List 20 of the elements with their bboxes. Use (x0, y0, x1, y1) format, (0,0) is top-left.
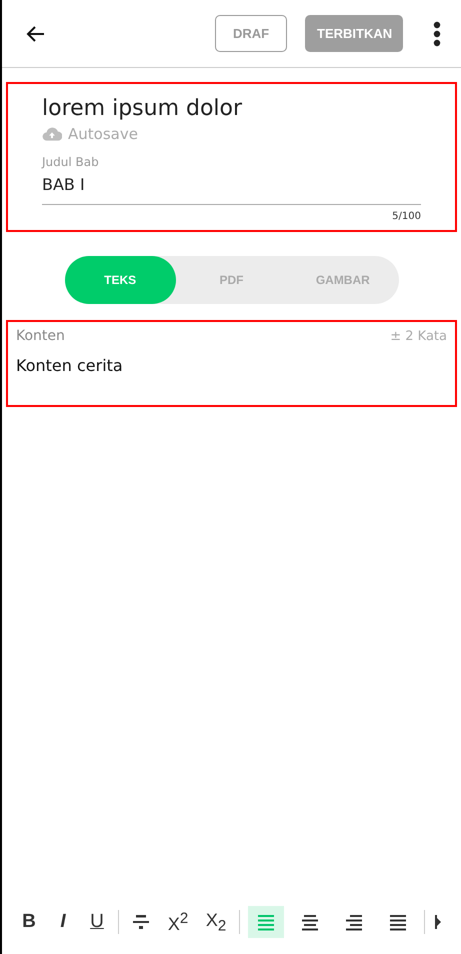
underline-button[interactable]: U (84, 906, 110, 938)
chapter-title-field[interactable]: Judul Bab BAB I (42, 155, 421, 205)
bold-button[interactable]: B (16, 906, 42, 938)
align-left-icon (256, 912, 276, 932)
strikethrough-icon[interactable] (131, 912, 151, 932)
story-title: lorem ipsum dolor (42, 96, 244, 121)
align-right-icon (344, 912, 364, 932)
align-justify-icon (388, 912, 408, 932)
script-button[interactable]: X$^{2}$ (163, 906, 193, 938)
more-options-icon[interactable] (433, 20, 441, 46)
content-editor[interactable]: Konten cerita (16, 356, 447, 375)
word-count: ± 2 Kata (390, 328, 447, 344)
expand-icon[interactable] (435, 912, 441, 932)
character-counter: 5/100 (391, 211, 421, 222)
align-center-icon (300, 912, 320, 932)
autosave-label: Autosave (68, 125, 138, 143)
italic-button[interactable]: I (50, 906, 76, 938)
content-label: Konten (16, 328, 65, 344)
script-button[interactable]: X$_{2}$ (201, 906, 231, 938)
cloud-upload-icon (42, 127, 62, 141)
